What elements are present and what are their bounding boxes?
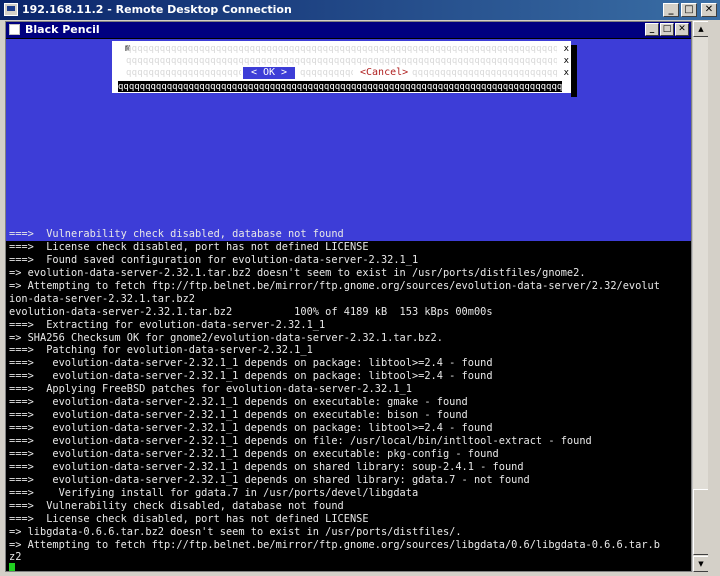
terminal-output: ===> Vulnerability check disabled, datab… <box>9 228 691 564</box>
terminal-line: ===> evolution-data-server-2.32.1_1 depe… <box>9 396 468 409</box>
terminal-cursor <box>9 563 15 571</box>
xterm-maximize-button[interactable]: □ <box>660 23 674 36</box>
rdp-minimize-button[interactable]: _ <box>663 3 679 17</box>
terminal-line: => libgdata-0.6.6.tar.bz2 doesn't seem t… <box>9 525 462 538</box>
terminal-line: ===> Verifying install for gdata.7 in /u… <box>9 486 419 499</box>
terminal-scrollbar[interactable]: ▲ ▼ <box>692 21 709 572</box>
terminal-line: ===> Patching for evolution-data-server-… <box>9 344 313 357</box>
dialog-border-row: qqqqqqqqqqqqqqqqqqqqqqqqqqqqqqqqqqqqqqqq… <box>126 68 241 78</box>
xterm-minimize-button[interactable]: _ <box>645 23 659 36</box>
scroll-down-button[interactable]: ▼ <box>693 556 709 572</box>
dialog-border-row: qqqqqqqqqqqqqqqqqqqqqqqqqqqqqqqqqqqqqqqq… <box>126 44 557 54</box>
xterm-window-controls: _ □ ✕ <box>645 23 689 36</box>
terminal-line: evolution-data-server-2.32.1.tar.bz2 100… <box>9 305 493 318</box>
window-icon <box>9 24 20 35</box>
dialog-border-row: qqqqqqqqqqqqqqqqqqqqqqqqqqqqqqqqqqqqqqqq… <box>300 68 353 78</box>
xterm-window-title: Black Pencil <box>25 23 100 36</box>
terminal-line: ===> Vulnerability check disabled, datab… <box>9 228 691 241</box>
terminal-line: ===> evolution-data-server-2.32.1_1 depe… <box>9 460 524 473</box>
terminal-line: ===> Found saved configuration for evolu… <box>9 253 419 266</box>
terminal-line: => evolution-data-server-2.32.1.tar.bz2 … <box>9 266 586 279</box>
xterm-title-bar[interactable]: Black Pencil _ □ ✕ <box>6 22 691 38</box>
xterm-window: Black Pencil _ □ ✕ m qqqqqqqqqqqqqqqqqqq… <box>5 21 692 572</box>
rdp-window-controls: _ □ ✕ <box>663 3 717 17</box>
dialog-edge-glyph: x <box>563 68 569 78</box>
terminal-line: => Attempting to fetch ftp://ftp.belnet.… <box>9 538 660 551</box>
dialog-edge-glyph: x <box>563 56 569 66</box>
terminal-line: ===> evolution-data-server-2.32.1_1 depe… <box>9 447 499 460</box>
options-dialog: m qqqqqqqqqqqqqqqqqqqqqqqqqqqqqqqqqqqqqq… <box>112 41 571 93</box>
dialog-bottom-border: qqqqqqqqqqqqqqqqqqqqqqqqqqqqqqqqqqqqqqqq… <box>118 81 562 92</box>
rdp-maximize-button[interactable]: □ <box>681 3 697 17</box>
cancel-button[interactable]: <Cancel> <box>360 67 408 79</box>
terminal-line: ===> evolution-data-server-2.32.1_1 depe… <box>9 370 493 383</box>
terminal-line: ===> evolution-data-server-2.32.1_1 depe… <box>9 357 493 370</box>
terminal-screen[interactable]: m qqqqqqqqqqqqqqqqqqqqqqqqqqqqqqqqqqqqqq… <box>6 39 691 571</box>
terminal-line: ===> Vulnerability check disabled, datab… <box>9 499 344 512</box>
rdp-window-title: 192.168.11.2 - Remote Desktop Connection <box>22 3 292 16</box>
terminal-line: ===> evolution-data-server-2.32.1_1 depe… <box>9 422 493 435</box>
terminal-line: ===> License check disabled, port has no… <box>9 512 369 525</box>
terminal-line: => Attempting to fetch ftp://ftp.belnet.… <box>9 279 660 292</box>
terminal-line: ===> Extracting for evolution-data-serve… <box>9 318 326 331</box>
terminal-line: ===> License check disabled, port has no… <box>9 240 369 253</box>
ok-button[interactable]: < OK > <box>243 67 295 79</box>
terminal-line: ===> evolution-data-server-2.32.1_1 depe… <box>9 409 468 422</box>
terminal-line: z2 <box>9 551 22 564</box>
dialog-border-row: qqqqqqqqqqqqqqqqqqqqqqqqqqqqqqqqqqqqqqqq… <box>412 68 557 78</box>
terminal-line: ion-data-server-2.32.1.tar.bz2 <box>9 292 195 305</box>
rdp-title-bar[interactable]: 192.168.11.2 - Remote Desktop Connection… <box>0 0 720 20</box>
dialog-edge-glyph: x <box>563 44 569 54</box>
terminal-line: => SHA256 Checksum OK for gnome2/evoluti… <box>9 331 443 344</box>
dialog-shadow <box>571 45 577 97</box>
terminal-line: ===> evolution-data-server-2.32.1_1 depe… <box>9 435 592 447</box>
dialog-border-row: qqqqqqqqqqqqqqqqqqqqqqqqqqqqqqqqqqqqqqqq… <box>126 56 557 66</box>
rdp-frame-edge <box>708 20 720 576</box>
rdp-close-button[interactable]: ✕ <box>701 3 717 17</box>
terminal-line-highlight: ===> Vulnerability check disabled, datab… <box>9 228 346 241</box>
scroll-thumb[interactable] <box>693 489 709 555</box>
scroll-up-button[interactable]: ▲ <box>693 21 709 37</box>
terminal-line: ===> evolution-data-server-2.32.1_1 depe… <box>9 473 530 486</box>
terminal-line: ===> Applying FreeBSD patches for evolut… <box>9 383 412 396</box>
xterm-close-button[interactable]: ✕ <box>675 23 689 36</box>
remote-desktop-icon <box>4 3 18 16</box>
